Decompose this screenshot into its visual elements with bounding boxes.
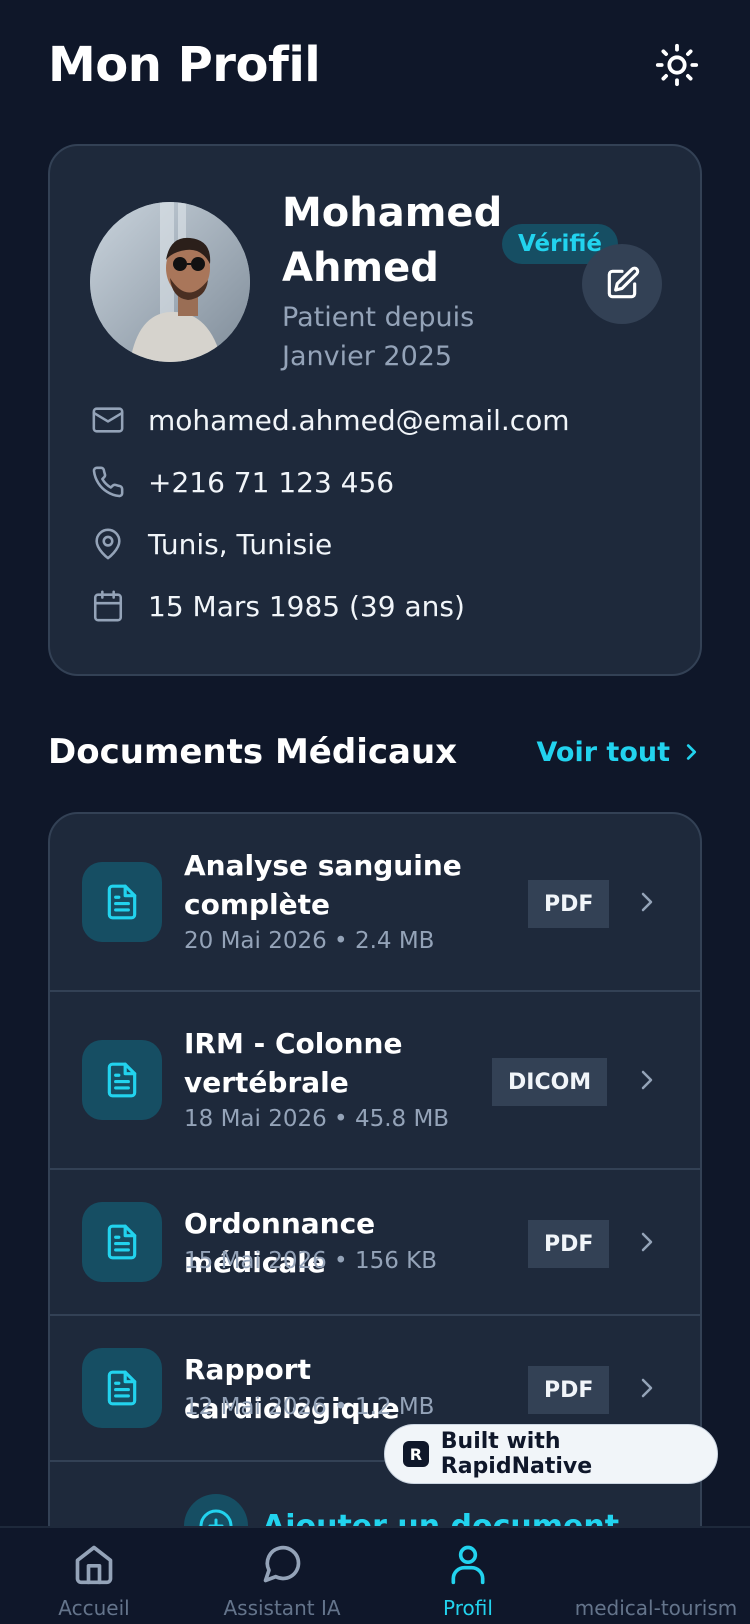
file-text-icon — [82, 862, 162, 942]
edit-icon — [607, 266, 640, 299]
file-type-badge: PDF — [528, 880, 610, 928]
document-meta: 15 Mai 2026 • 156 KB — [184, 1248, 438, 1274]
phone-text: +216 71 123 456 — [148, 465, 395, 499]
user-icon — [451, 1545, 485, 1585]
profile-name: Mohamed Ahmed — [282, 190, 503, 291]
see-all-label: Voir tout — [536, 736, 670, 768]
nav-label: Profil — [443, 1596, 493, 1620]
nav-item-medical-tourism[interactable]: medical-tourism — [562, 1542, 750, 1620]
contact-phone: +216 71 123 456 — [90, 460, 394, 504]
chevron-right-icon — [686, 744, 697, 760]
built-with-badge[interactable]: R Built with RapidNative — [384, 1424, 718, 1484]
nav-item-profil[interactable]: Profil — [374, 1542, 562, 1620]
bottom-nav: Accueil Assistant IA Profil medical-tour… — [0, 1526, 750, 1624]
map-pin-icon — [90, 526, 126, 562]
file-text-icon — [82, 1202, 162, 1282]
nav-item-assistant[interactable]: Assistant IA — [188, 1542, 376, 1620]
phone-icon — [90, 464, 126, 500]
nav-item-accueil[interactable]: Accueil — [0, 1542, 188, 1620]
edit-profile-button[interactable] — [582, 244, 662, 324]
document-title: Analyse sanguine complète — [184, 849, 462, 921]
profile-card: Mohamed Ahmed Vérifié Patient depuis Jan… — [48, 144, 702, 676]
contact-birthdate: 15 Mars 1985 (39 ans) — [90, 584, 465, 628]
document-title: IRM - Colonne vertébrale — [184, 1027, 403, 1099]
see-all-link[interactable]: Voir tout — [536, 737, 702, 768]
document-meta: 20 Mai 2026 • 2.4 MB — [184, 928, 435, 954]
documents-header: Documents Médicaux Voir tout — [48, 726, 702, 778]
header: Mon Profil — [48, 30, 702, 100]
nav-label: Accueil — [58, 1596, 130, 1620]
file-type-badge: PDF — [528, 1220, 610, 1268]
nav-label: medical-tourism — [574, 1596, 738, 1620]
mail-icon — [90, 402, 126, 438]
chevron-right-icon — [634, 1368, 658, 1408]
sun-icon — [655, 43, 699, 87]
contact-email: mohamed.ahmed@email.com — [90, 398, 570, 442]
file-text-icon — [82, 1040, 162, 1120]
home-icon — [75, 1545, 113, 1585]
document-row[interactable]: IRM - Colonne vertébrale 18 Mai 2026 • 4… — [50, 992, 700, 1170]
chevron-right-icon — [634, 1222, 658, 1262]
calendar-icon — [90, 588, 126, 624]
empty-icon-slot — [634, 1542, 678, 1586]
chevron-right-icon — [634, 1060, 658, 1100]
patient-since: Patient depuis Janvier 2025 — [282, 302, 475, 372]
location-text: Tunis, Tunisie — [148, 527, 333, 561]
document-row[interactable]: Analyse sanguine complète 20 Mai 2026 • … — [50, 814, 700, 992]
document-row[interactable]: Ordonnance médicale 15 Mai 2026 • 156 KB… — [50, 1170, 700, 1316]
page-title: Mon Profil — [48, 37, 321, 93]
avatar — [90, 202, 250, 362]
birthdate-text: 15 Mars 1985 (39 ans) — [148, 589, 465, 623]
file-text-icon — [82, 1348, 162, 1428]
document-meta: 18 Mai 2026 • 45.8 MB — [184, 1106, 450, 1132]
nav-label: Assistant IA — [223, 1596, 341, 1620]
documents-title: Documents Médicaux — [48, 732, 458, 772]
file-type-badge: PDF — [528, 1366, 610, 1414]
chat-icon — [263, 1545, 301, 1583]
rapidnative-logo-icon: R — [403, 1441, 429, 1467]
built-with-label: Built with RapidNative — [440, 1429, 593, 1479]
email-text: mohamed.ahmed@email.com — [148, 403, 570, 437]
theme-toggle-button[interactable] — [652, 40, 702, 90]
chevron-right-icon — [634, 882, 658, 922]
file-type-badge: DICOM — [492, 1058, 608, 1106]
document-meta: 12 Mai 2026 • 1.2 MB — [184, 1394, 435, 1420]
contact-location: Tunis, Tunisie — [90, 522, 332, 566]
